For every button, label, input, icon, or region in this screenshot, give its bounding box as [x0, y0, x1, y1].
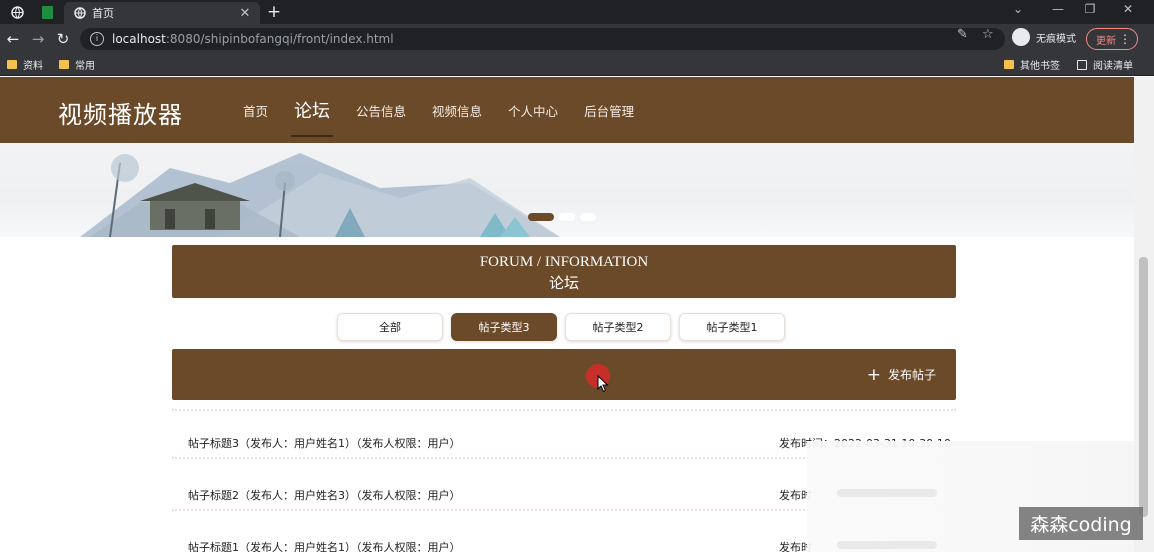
- blurred-text: [837, 489, 937, 497]
- update-button[interactable]: 更新 ⋮: [1086, 28, 1138, 50]
- nav-videos[interactable]: 视频信息: [419, 77, 495, 143]
- filter-type-3[interactable]: 帖子类型3: [451, 313, 557, 341]
- active-tab[interactable]: 首页 ✕: [64, 2, 260, 24]
- browser-toolbar: ← → ↻ i localhost:8080/shipinbofangqi/fr…: [0, 24, 1154, 54]
- other-bookmarks[interactable]: 其他书签: [1004, 57, 1060, 72]
- plus-icon: +: [866, 364, 881, 385]
- section-title-en: FORUM / INFORMATION: [479, 254, 649, 270]
- address-bar[interactable]: i localhost:8080/shipinbofangqi/front/in…: [80, 28, 1005, 50]
- bookmark-folder-1[interactable]: 资料: [7, 57, 43, 72]
- pinned-tab-2[interactable]: [36, 2, 58, 22]
- nav-profile[interactable]: 个人中心: [495, 77, 571, 143]
- landscape-illustration: [80, 153, 560, 237]
- bookmark-folder-2[interactable]: 常用: [59, 57, 95, 72]
- site-header: 视频播放器 首页 论坛 公告信息 视频信息 个人中心 后台管理: [0, 77, 1134, 143]
- blurred-text: [837, 541, 937, 549]
- carousel-dots: [528, 213, 596, 221]
- post-toolbar: + 发布帖子: [172, 349, 956, 400]
- info-icon[interactable]: i: [90, 32, 104, 46]
- nav-home[interactable]: 首页: [230, 77, 281, 143]
- pinned-tab-1[interactable]: [6, 2, 28, 22]
- translate-icon[interactable]: ✎: [957, 27, 968, 42]
- url-path: :8080/shipinbofangqi/front/index.html: [165, 32, 394, 46]
- watermark: 森森coding: [1019, 507, 1143, 540]
- bookmarks-bar: 资料 常用 其他书签 阅读清单: [0, 54, 1154, 76]
- filter-type-1[interactable]: 帖子类型1: [679, 313, 785, 341]
- incognito-label: 无痕模式: [1036, 33, 1076, 45]
- new-post-button[interactable]: + 发布帖子: [867, 366, 936, 383]
- post-title[interactable]: 帖子标题3（发布人：用户姓名1）（发布人权限：用户）: [188, 435, 461, 451]
- new-post-label: 发布帖子: [887, 368, 936, 382]
- bookmark-label: 阅读清单: [1093, 61, 1133, 72]
- section-header: FORUM / INFORMATION 论坛: [172, 245, 956, 298]
- post-title[interactable]: 帖子标题1（发布人：用户姓名1）（发布人权限：用户）: [188, 539, 461, 552]
- tab-close-icon[interactable]: ✕: [236, 6, 254, 21]
- carousel-dot-2[interactable]: [559, 213, 575, 221]
- bookmark-label: 其他书签: [1020, 61, 1060, 72]
- folder-icon: [1004, 60, 1014, 69]
- minimize-icon[interactable]: —: [1043, 2, 1073, 16]
- nav-admin[interactable]: 后台管理: [571, 77, 647, 143]
- page-scrollbar[interactable]: [1134, 77, 1154, 552]
- scrollbar-thumb[interactable]: [1139, 257, 1148, 517]
- tab-title: 首页: [92, 7, 114, 20]
- main-nav: 首页 论坛 公告信息 视频信息 个人中心 后台管理: [230, 77, 647, 143]
- forward-icon[interactable]: →: [28, 30, 48, 48]
- globe-icon: [74, 7, 86, 19]
- back-icon[interactable]: ←: [3, 30, 23, 48]
- section-title-zh: 论坛: [548, 276, 579, 292]
- reload-icon[interactable]: ↻: [53, 30, 73, 48]
- reading-list[interactable]: 阅读清单: [1077, 57, 1133, 72]
- url-host: localhost: [112, 32, 166, 46]
- browser-tab-strip: 首页 ✕ + ⌄ — ❐ ✕: [0, 0, 1154, 24]
- category-filters: 全部 帖子类型3 帖子类型2 帖子类型1: [337, 313, 785, 341]
- update-label: 更新: [1096, 35, 1116, 47]
- restore-icon[interactable]: ❐: [1075, 2, 1105, 16]
- sheets-icon: [41, 5, 53, 19]
- carousel-dot-1[interactable]: [528, 213, 554, 221]
- reading-list-icon: [1077, 59, 1087, 70]
- site-logo[interactable]: 视频播放器: [58, 95, 183, 130]
- incognito-icon: [1012, 28, 1030, 46]
- filter-type-2[interactable]: 帖子类型2: [565, 313, 671, 341]
- menu-dots-icon[interactable]: ⋮: [1119, 32, 1131, 46]
- bookmark-label: 常用: [75, 61, 95, 72]
- new-tab-button[interactable]: +: [264, 2, 284, 22]
- bookmark-star-icon[interactable]: ☆: [982, 27, 994, 42]
- post-title[interactable]: 帖子标题2（发布人：用户姓名3）（发布人权限：用户）: [188, 487, 461, 503]
- folder-icon: [59, 60, 69, 69]
- mouse-cursor-icon: [597, 375, 609, 393]
- nav-announcements[interactable]: 公告信息: [343, 77, 419, 143]
- nav-forum[interactable]: 论坛: [281, 77, 343, 143]
- filter-all[interactable]: 全部: [337, 313, 443, 341]
- url-text: localhost:8080/shipinbofangqi/front/inde…: [112, 32, 394, 46]
- banner-carousel[interactable]: [0, 143, 1134, 237]
- close-window-icon[interactable]: ✕: [1113, 2, 1143, 16]
- folder-icon: [7, 60, 17, 69]
- incognito-indicator[interactable]: 无痕模式: [1012, 28, 1076, 46]
- carousel-dot-3[interactable]: [580, 213, 596, 221]
- bookmark-label: 资料: [23, 61, 43, 72]
- globe-icon: [10, 5, 24, 19]
- tab-search-icon[interactable]: ⌄: [1003, 2, 1033, 16]
